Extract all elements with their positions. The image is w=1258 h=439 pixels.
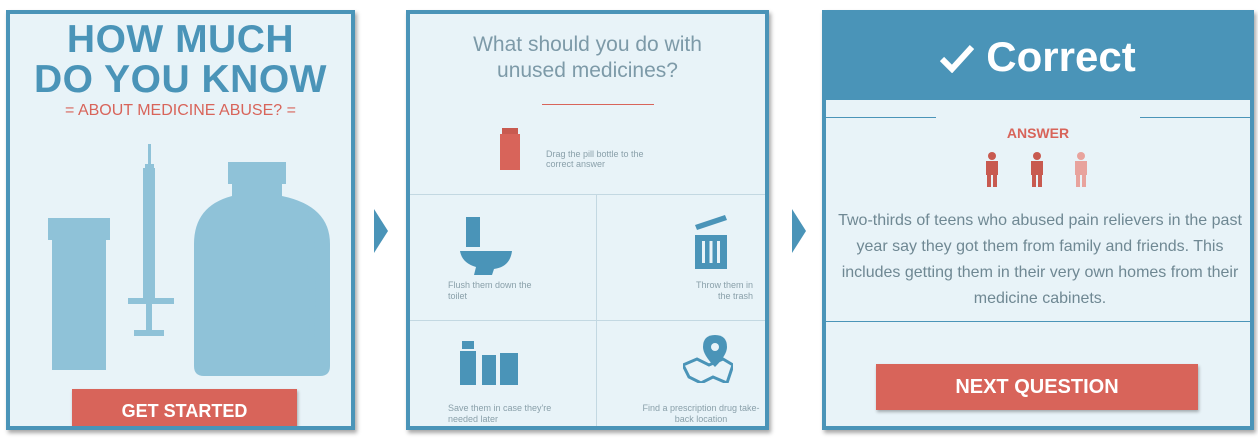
medicine-illustration [48, 144, 330, 376]
option-takeback[interactable]: Find a prescription drug take-back locat… [597, 321, 765, 426]
question-label: What should you do with unused medicines… [473, 33, 702, 82]
syringe-icon [128, 144, 174, 336]
pill-bottles-icon [460, 341, 518, 385]
divider [826, 117, 936, 118]
get-started-button[interactable]: GET STARTED [72, 389, 297, 426]
question-text: What should you do with unused medicines… [410, 32, 765, 84]
answer-text: Two-thirds of teens who abused pain reli… [838, 212, 1242, 307]
intro-panel: HOW MUCH DO YOU KNOW = ABOUT MEDICINE AB… [6, 10, 355, 430]
arrow-right-icon [792, 209, 806, 253]
result-header: Correct [826, 14, 1250, 100]
option-trash-label: Throw them in the trash [695, 280, 753, 301]
option-flush[interactable]: Flush them down the toilet [410, 195, 590, 321]
draggable-pill-bottle-icon[interactable] [500, 128, 520, 170]
option-trash[interactable]: Throw them in the trash [597, 195, 765, 321]
question-panel: What should you do with unused medicines… [406, 10, 769, 430]
divider [826, 321, 1250, 322]
ratio-people-icons [986, 152, 1087, 187]
next-question-button[interactable]: NEXT QUESTION [876, 364, 1198, 410]
option-save[interactable]: Save them in case they're needed later [410, 321, 590, 426]
arrow-right-icon [374, 209, 388, 253]
drag-hint-label: Drag the pill bottle to the correct answ… [546, 149, 644, 169]
title-line-1: HOW MUCH [66, 18, 295, 61]
divider [542, 104, 654, 105]
person-icon [1075, 152, 1087, 187]
toilet-icon [460, 217, 512, 275]
drag-hint: Drag the pill bottle to the correct answ… [546, 149, 646, 169]
title-line-2: DO YOU KNOW [34, 58, 327, 101]
option-save-label: Save them in case they're needed later [448, 403, 552, 424]
trash-can-icon [695, 215, 727, 269]
person-icon [1031, 152, 1043, 187]
map-location-icon [683, 335, 733, 383]
divider [1140, 117, 1250, 118]
checkmark-icon [940, 44, 975, 74]
answer-label: ANSWER [1006, 125, 1070, 141]
option-flush-label: Flush them down the toilet [448, 280, 532, 301]
result-label: Correct [986, 33, 1136, 80]
answer-panel: Correct ANSWER Two-thirds of teens who a… [822, 10, 1254, 430]
option-takeback-label: Find a prescription drug take-back locat… [642, 403, 760, 424]
person-icon [986, 152, 998, 187]
pill-bottle-icon [48, 218, 110, 370]
subtitle: = ABOUT MEDICINE ABUSE? = [65, 102, 296, 119]
